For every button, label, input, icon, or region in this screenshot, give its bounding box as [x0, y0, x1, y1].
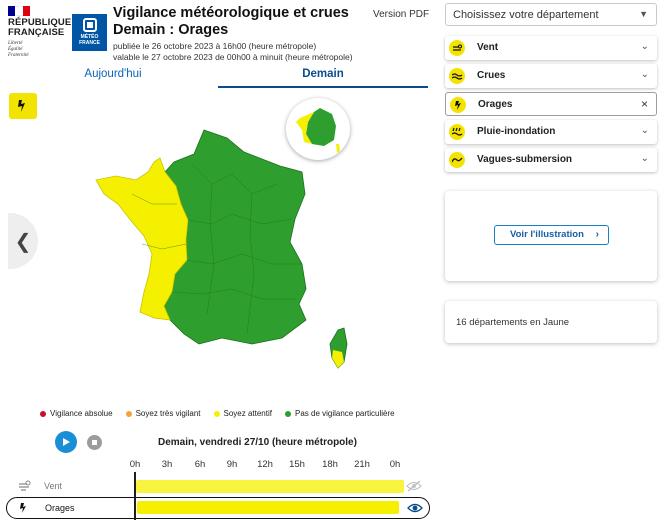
timeline-cursor[interactable] — [134, 472, 136, 520]
thunderstorm-icon — [20, 503, 26, 513]
stop-icon — [92, 440, 97, 445]
hour-tick: 3h — [161, 459, 173, 470]
timeline-row-orages[interactable]: Orages — [6, 497, 430, 519]
department-count-card: 16 départements en Jaune — [445, 301, 657, 343]
legend-dot — [125, 410, 132, 417]
stop-button[interactable] — [87, 435, 102, 450]
timeline-title: Demain, vendredi 27/10 (heure métropole) — [158, 437, 357, 448]
validity-date: valable le 27 octobre 2023 de 00h00 à mi… — [113, 52, 353, 62]
play-icon — [63, 438, 70, 446]
republique-line-2: FRANÇAISE — [8, 27, 65, 38]
legend-dot — [284, 410, 291, 417]
title-block: Vigilance météorologique et crues Demain… — [113, 5, 363, 63]
overview-inset-map[interactable] — [286, 98, 350, 160]
hazard-label: Vent — [477, 42, 499, 53]
hour-tick: 18h — [322, 459, 338, 470]
french-flag-icon — [8, 6, 30, 16]
hazard-item-vagues-submersion[interactable]: Vagues-submersion ⌄ — [445, 148, 657, 172]
legend-item: Soyez attentif — [213, 409, 272, 418]
motto: Liberté Égalité Fraternité — [8, 41, 68, 59]
vigilance-bar-orages — [137, 501, 399, 514]
department-count-text: 16 départements en Jaune — [456, 317, 570, 328]
meteo-france-mark-icon — [82, 18, 97, 32]
legend-label: Vigilance absolue — [50, 409, 113, 418]
vigilance-bar-vent — [136, 480, 404, 493]
illustration-card: Voir l'illustration › — [445, 191, 657, 281]
france-vigilance-map[interactable] — [92, 124, 362, 374]
legend-label: Soyez très vigilant — [135, 409, 201, 418]
hour-tick: 9h — [226, 459, 238, 470]
play-button[interactable] — [55, 431, 77, 453]
legend-label: Soyez attentif — [223, 409, 272, 418]
hour-tick: 0h — [389, 459, 401, 470]
chevron-down-icon: ⌄ — [640, 153, 649, 164]
thunderstorm-icon — [9, 93, 37, 119]
legend-item: Soyez très vigilant — [125, 409, 201, 418]
day-tabs: Aujourd'hui Demain — [8, 66, 428, 88]
page-title: Vigilance météorologique et crues — [113, 5, 349, 21]
timeline-row-vent[interactable]: Vent — [8, 476, 428, 496]
hour-tick: 21h — [354, 459, 370, 470]
hour-ticks: 0h 3h 6h 9h 12h 15h 18h 21h 0h — [0, 459, 430, 473]
legend-dot — [213, 410, 220, 417]
department-select[interactable]: Choisissez votre département ▼ — [445, 3, 657, 26]
chevron-left-icon: ❮ — [14, 230, 32, 253]
chevron-down-icon: ⌄ — [640, 69, 649, 80]
hazard-label: Pluie-inondation — [477, 126, 556, 137]
tab-tomorrow[interactable]: Demain — [218, 66, 428, 88]
eye-off-icon[interactable] — [406, 479, 422, 493]
meteo-france-text-2: FRANCE — [79, 40, 100, 46]
hour-tick: 6h — [194, 459, 206, 470]
row-label-vent: Vent — [44, 481, 63, 491]
hazard-item-crues[interactable]: Crues ⌄ — [445, 64, 657, 88]
hazard-item-vent[interactable]: Vent ⌄ — [445, 36, 657, 60]
legend-dot — [40, 410, 46, 417]
legend-item: Pas de vigilance particulière — [284, 409, 395, 418]
legend-label: Pas de vigilance particulière — [294, 409, 395, 418]
row-label-orages: Orages — [45, 503, 75, 513]
hazard-item-pluie-inondation[interactable]: Pluie-inondation ⌄ — [445, 120, 657, 144]
hour-tick: 15h — [289, 459, 305, 470]
rain-flood-icon — [449, 124, 465, 140]
view-illustration-button[interactable]: Voir l'illustration › — [494, 225, 609, 245]
hazard-item-orages[interactable]: Orages × — [445, 92, 657, 116]
hazard-label: Crues — [477, 70, 506, 81]
flood-icon — [449, 68, 465, 84]
waves-icon — [449, 152, 465, 168]
pdf-version-link[interactable]: Version PDF — [373, 9, 429, 20]
wind-icon — [449, 40, 465, 56]
hazard-label: Orages — [478, 99, 513, 110]
motto-line: Fraternité — [8, 53, 29, 58]
close-icon[interactable]: × — [641, 97, 648, 111]
meteo-france-logo[interactable]: MÉTÉO FRANCE — [72, 14, 107, 51]
hour-tick: 0h — [129, 459, 141, 470]
hour-tick: 12h — [257, 459, 273, 470]
hazard-label: Vagues-submersion — [477, 154, 573, 165]
chevron-down-icon: ⌄ — [640, 125, 649, 136]
view-illustration-label: Voir l'illustration — [510, 229, 584, 240]
map-legend: Vigilance absolue Soyez très vigilant So… — [40, 409, 395, 418]
inset-map-corsica — [336, 144, 340, 153]
page-subtitle: Demain : Orages — [113, 22, 229, 38]
previous-map-button[interactable]: ❮ — [8, 213, 38, 269]
chevron-down-icon: ▼ — [639, 9, 648, 19]
legend-item: Vigilance absolue — [40, 409, 113, 418]
chevron-right-icon: › — [595, 229, 599, 240]
eye-icon[interactable] — [407, 501, 423, 515]
thunderstorm-icon — [450, 97, 466, 113]
published-date: publiée le 26 octobre 2023 à 16h00 (heur… — [113, 41, 317, 51]
hazard-list: Vent ⌄ Crues ⌄ Orages × Pluie-inondation… — [445, 36, 657, 176]
republique-francaise-logo: RÉPUBLIQUE FRANÇAISE Liberté Égalité Fra… — [8, 6, 71, 59]
wind-icon — [19, 480, 31, 491]
chevron-down-icon: ⌄ — [640, 41, 649, 52]
tab-today[interactable]: Aujourd'hui — [8, 66, 218, 88]
department-select-placeholder: Choisissez votre département — [453, 9, 599, 21]
